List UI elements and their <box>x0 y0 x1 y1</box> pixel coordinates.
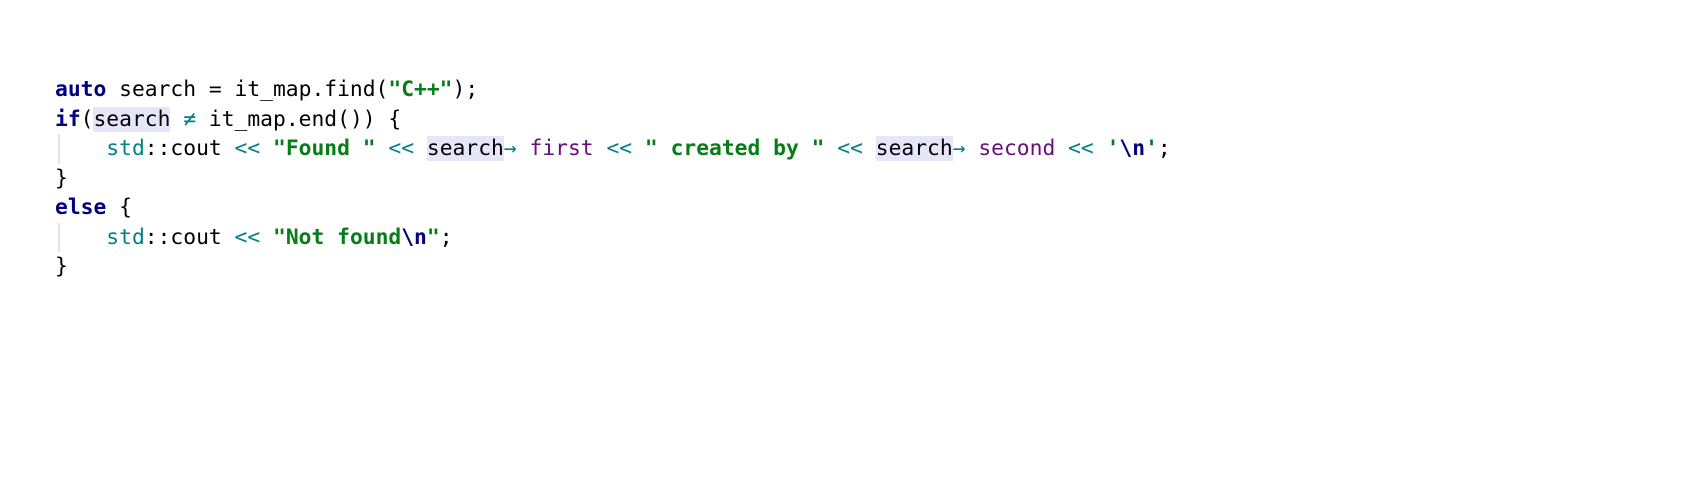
indent-guide <box>58 134 60 164</box>
highlighted-usage-token: search <box>426 136 504 161</box>
operator-token: << <box>234 136 261 161</box>
escape-sequence-token: \n <box>1119 136 1146 161</box>
code-editor[interactable]: auto search = it_map.find("C++"); if(sear… <box>55 75 1171 282</box>
member-field-token: first <box>529 136 594 161</box>
operator-token: → <box>503 136 530 161</box>
operator-token: << <box>234 224 261 250</box>
code-token: } <box>55 254 68 279</box>
code-line[interactable]: auto search = it_map.find("C++"); <box>55 75 1171 105</box>
string-literal-token: " <box>426 224 440 250</box>
code-token: search = it_map.find( <box>106 77 389 102</box>
string-literal-token: " created by " <box>644 136 825 161</box>
code-line[interactable]: else { <box>55 193 1171 223</box>
operator-token: << <box>606 136 633 161</box>
string-literal-token: "Found " <box>273 136 376 161</box>
escape-sequence-token: \n <box>401 224 427 250</box>
code-line[interactable]: } <box>55 252 1171 282</box>
operator-token: ≠ <box>183 106 197 132</box>
highlighted-usage-token: search <box>875 136 953 161</box>
code-token: :: <box>144 136 171 161</box>
keyword-token: if <box>55 106 81 132</box>
code-line[interactable]: std::cout << "Found " << search→ first <… <box>55 134 1171 164</box>
string-literal-token: "C++" <box>388 77 453 102</box>
namespace-token: std <box>106 224 145 250</box>
operator-token: << <box>837 136 863 161</box>
code-line[interactable]: if(search ≠ it_map.end()) { <box>55 105 1171 135</box>
member-field-token: second <box>978 136 1056 161</box>
indent-guide <box>58 222 60 252</box>
code-token: ; <box>1157 136 1171 161</box>
operator-token: << <box>388 136 415 161</box>
code-token: ; <box>439 224 453 250</box>
code-token: ); <box>452 77 479 102</box>
code-token: cout <box>170 224 235 250</box>
code-token: ( <box>80 106 94 132</box>
namespace-token: std <box>106 136 145 161</box>
string-literal-token: ' <box>1106 136 1120 161</box>
code-line[interactable]: } <box>55 164 1171 194</box>
highlighted-usage-token: search <box>93 106 171 132</box>
operator-token: → <box>952 136 979 161</box>
code-token: :: <box>144 224 171 250</box>
code-token: cout <box>170 136 235 161</box>
code-token: } <box>55 165 68 191</box>
keyword-token: else <box>55 195 107 220</box>
code-token: it_map.end()) { <box>196 106 402 132</box>
string-literal-token: ' <box>1145 136 1158 161</box>
keyword-token: auto <box>55 77 107 102</box>
operator-token: << <box>1068 136 1094 161</box>
string-literal-token: "Not found <box>273 224 402 250</box>
code-token: { <box>106 195 132 220</box>
code-line[interactable]: std::cout << "Not found\n"; <box>55 222 1171 252</box>
